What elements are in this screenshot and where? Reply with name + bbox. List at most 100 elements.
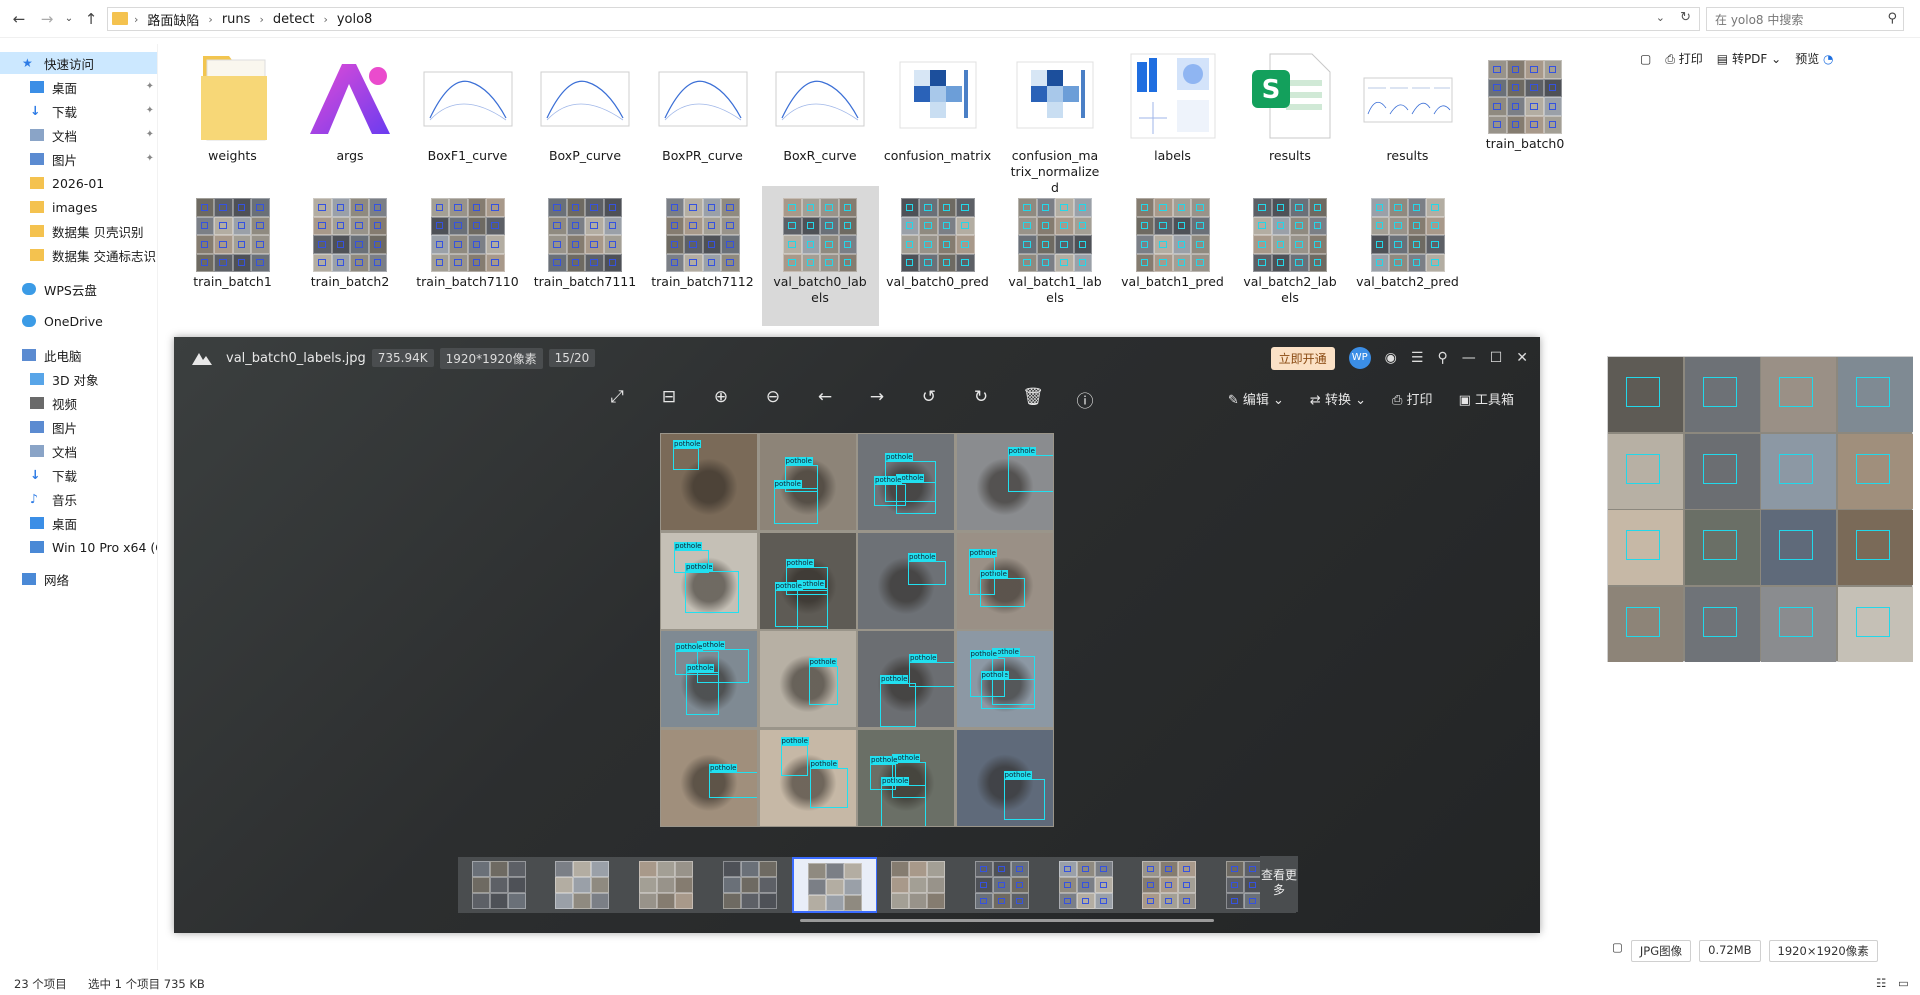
file-item[interactable]: confusion_matrix: [879, 48, 996, 186]
sidebar-item[interactable]: 数据集 交通标志识: [0, 244, 158, 266]
thumbnail[interactable]: [624, 857, 709, 913]
refresh-icon[interactable]: ↻: [1680, 10, 1691, 25]
breadcrumb-item[interactable]: detect: [273, 12, 315, 27]
path-dropdown-icon[interactable]: ⌄: [1656, 11, 1665, 24]
preview-print-button[interactable]: ⎙ 打印: [1665, 50, 1702, 67]
sidebar-item[interactable]: ♪ 音乐: [0, 488, 158, 510]
zoom-out-icon[interactable]: ⊖: [760, 387, 786, 412]
next-icon[interactable]: →: [864, 387, 890, 412]
preview-button[interactable]: 预览 ◔: [1795, 50, 1833, 67]
pin-icon[interactable]: ✦: [146, 129, 154, 140]
fullscreen-icon[interactable]: ⤢: [604, 387, 630, 412]
pin-icon[interactable]: ✦: [146, 153, 154, 164]
pin-icon[interactable]: ✦: [146, 105, 154, 116]
file-item[interactable]: labels: [1114, 48, 1231, 186]
file-item[interactable]: train_batch0: [1467, 48, 1584, 186]
sidebar-item[interactable]: 图片 ✦: [0, 148, 158, 170]
thumbnail-scrollbar[interactable]: [800, 919, 1214, 922]
file-item[interactable]: weights: [174, 48, 291, 186]
to-pdf-button[interactable]: ▤ 转PDF ⌄: [1717, 50, 1781, 67]
file-item[interactable]: train_batch2: [292, 186, 409, 326]
up-icon[interactable]: ↑: [80, 9, 102, 29]
minimize-icon[interactable]: —: [1462, 350, 1476, 366]
pin-icon[interactable]: ⚲: [1437, 350, 1447, 366]
sidebar-item[interactable]: ↓ 下载 ✦: [0, 100, 158, 122]
search-input[interactable]: 在 yolo8 中搜索 ⚲: [1706, 7, 1904, 31]
thumbnail[interactable]: [1044, 857, 1129, 913]
sidebar-item[interactable]: 2026-01: [0, 172, 158, 194]
file-item[interactable]: val_batch1_pred: [1114, 186, 1231, 326]
pin-icon[interactable]: ✦: [146, 81, 154, 92]
path-input[interactable]: › 路面缺陷 › runs › detect › yolo8 ⌄ ↻: [107, 7, 1700, 31]
zoom-in-icon[interactable]: ⊕: [708, 387, 734, 412]
rotate-right-icon[interactable]: ↻: [968, 387, 994, 412]
thumbnail[interactable]: [960, 857, 1045, 913]
edit-button[interactable]: ✎ 编辑 ⌄: [1228, 389, 1284, 408]
recent-dropdown-icon[interactable]: ⌄: [58, 9, 80, 29]
breadcrumb-item[interactable]: runs: [222, 12, 251, 27]
previous-icon[interactable]: ←: [812, 387, 838, 412]
back-icon[interactable]: ←: [8, 9, 30, 29]
sidebar-item[interactable]: ★ 快速访问: [0, 52, 158, 74]
breadcrumb-item[interactable]: yolo8: [337, 12, 372, 27]
delete-icon[interactable]: 🗑: [1020, 387, 1046, 412]
file-item[interactable]: train_batch1: [174, 186, 291, 326]
sidebar-item[interactable]: 此电脑: [0, 344, 158, 366]
sidebar-item[interactable]: 桌面 ✦: [0, 76, 158, 98]
file-item[interactable]: BoxP_curve: [527, 48, 644, 186]
sidebar-item[interactable]: 桌面: [0, 512, 158, 534]
file-item[interactable]: BoxPR_curve: [644, 48, 761, 186]
file-item[interactable]: results: [1349, 48, 1466, 186]
large-icons-view-icon[interactable]: ▭: [1898, 976, 1909, 990]
sidebar-item[interactable]: images: [0, 196, 158, 218]
convert-button[interactable]: ⇄ 转换 ⌄: [1310, 389, 1366, 408]
thumbnail[interactable]: [540, 857, 625, 913]
sidebar-item[interactable]: ↓ 下载: [0, 464, 158, 486]
avatar[interactable]: WP: [1348, 347, 1371, 369]
close-icon[interactable]: ✕: [1516, 350, 1528, 366]
forward-icon[interactable]: →: [36, 9, 58, 29]
file-item[interactable]: val_batch0_labels: [761, 186, 879, 326]
file-item[interactable]: val_batch0_pred: [879, 186, 996, 326]
skin-icon[interactable]: ◉: [1385, 350, 1397, 366]
info-icon[interactable]: ⓘ: [1072, 387, 1098, 412]
sidebar-item[interactable]: OneDrive: [0, 310, 158, 332]
view-more-button[interactable]: 查看更多: [1260, 856, 1298, 912]
file-item[interactable]: val_batch2_pred: [1349, 186, 1466, 326]
sidebar-item[interactable]: 网络: [0, 568, 158, 590]
sidebar-item[interactable]: 3D 对象: [0, 368, 158, 390]
file-item[interactable]: BoxR_curve: [762, 48, 879, 186]
open-vip-button[interactable]: 立即开通: [1270, 346, 1335, 370]
details-view-icon[interactable]: ☷: [1876, 976, 1886, 990]
file-item[interactable]: confusion_matrix_normalized: [997, 48, 1114, 195]
file-item[interactable]: args: [292, 48, 409, 186]
thumbnail[interactable]: [458, 857, 542, 913]
sidebar-item[interactable]: 文档: [0, 440, 158, 462]
thumbnail[interactable]: [708, 857, 793, 913]
print-button[interactable]: ⎙ 打印: [1392, 389, 1433, 408]
breadcrumb-item[interactable]: 路面缺陷: [147, 10, 199, 29]
sidebar-item[interactable]: 视频: [0, 392, 158, 414]
file-item[interactable]: val_batch2_labels: [1232, 186, 1349, 326]
file-item[interactable]: BoxF1_curve: [409, 48, 526, 186]
maximize-icon[interactable]: ☐: [1490, 350, 1503, 366]
search-icon[interactable]: ⚲: [1887, 11, 1897, 26]
sidebar-item[interactable]: 数据集 贝壳识别: [0, 220, 158, 242]
menu-icon[interactable]: ☰: [1411, 350, 1424, 366]
rotate-left-icon[interactable]: ↺: [916, 387, 942, 412]
sidebar-item[interactable]: Win 10 Pro x64 (C: [0, 536, 158, 558]
file-item[interactable]: Sresults: [1232, 48, 1349, 186]
file-item[interactable]: train_batch7110: [409, 186, 526, 326]
toolbox-button[interactable]: ▣ 工具箱: [1459, 389, 1514, 408]
file-item[interactable]: train_batch7111: [527, 186, 644, 326]
thumbnail[interactable]: [1127, 857, 1212, 913]
sidebar-item[interactable]: 图片: [0, 416, 158, 438]
thumbnail[interactable]: [876, 857, 961, 913]
details-pane-icon[interactable]: ▢: [1640, 52, 1651, 66]
thumbnail[interactable]: [791, 857, 878, 913]
sidebar-item[interactable]: WPS云盘: [0, 278, 158, 300]
file-item[interactable]: val_batch1_labels: [997, 186, 1114, 326]
file-item[interactable]: train_batch7112: [644, 186, 761, 326]
actual-size-icon[interactable]: ⊟: [656, 387, 682, 412]
sidebar-item[interactable]: 文档 ✦: [0, 124, 158, 146]
